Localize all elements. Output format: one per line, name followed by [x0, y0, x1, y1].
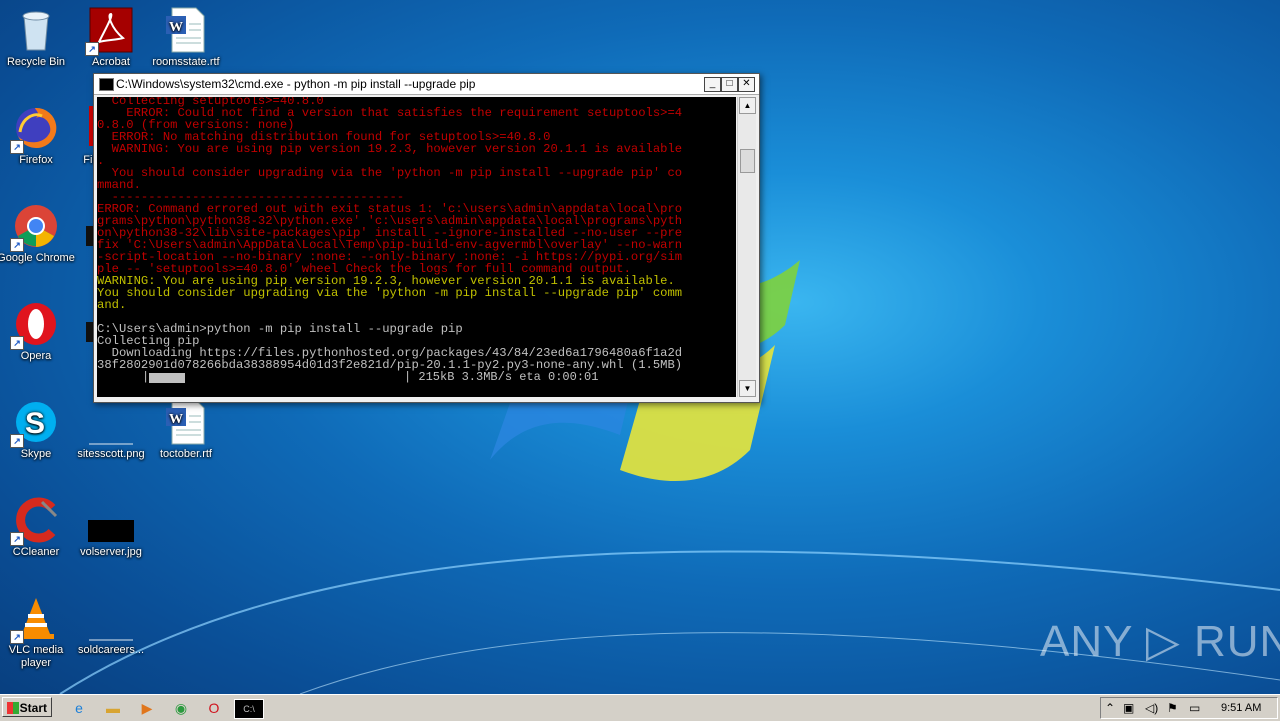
svg-text:W: W [169, 412, 183, 427]
desktop-icon-label: sitesscott.png [77, 448, 145, 460]
download-progress-fill [149, 373, 185, 383]
progress-status-text: | 215kB 3.3MB/s eta 0:00:01 [404, 370, 599, 384]
acrobat-icon: ↗ [85, 6, 135, 56]
desktop-icon-label: Acrobat [92, 56, 130, 68]
scroll-up-arrow-icon[interactable]: ▲ [739, 97, 756, 114]
media-player-icon[interactable]: ▶ [138, 699, 156, 717]
desktop-icon-label: Firefox [19, 154, 53, 166]
desktop-icon-label: Skype [20, 448, 52, 460]
vertical-scrollbar[interactable]: ▲ ▼ [737, 97, 756, 397]
network-icon[interactable]: ▣ [1123, 700, 1134, 716]
desktop-icon-roomsstate[interactable]: W roomsstate.rtf [146, 6, 226, 69]
desktop-icon-firefox[interactable]: ↗ Firefox [0, 104, 76, 167]
scroll-down-arrow-icon[interactable]: ▼ [739, 380, 756, 397]
clock-time[interactable]: 9:51 AM [1221, 700, 1261, 716]
cmd-icon [99, 78, 114, 91]
system-tray: ⌃ ▣ ◁) ⚑ ▭ 9:51 AM [1100, 697, 1278, 719]
windows-flag-icon [7, 702, 19, 714]
shortcut-arrow-icon: ↗ [10, 336, 24, 350]
recycle-bin-icon [12, 6, 60, 54]
shortcut-arrow-icon: ↗ [85, 42, 99, 56]
console-output[interactable]: Collecting setuptools>=40.8.0 ERROR: Cou… [97, 97, 736, 397]
firefox-icon: ↗ [10, 104, 60, 154]
window-titlebar[interactable]: C:\Windows\system32\cmd.exe - python -m … [94, 74, 759, 95]
svg-text:S: S [25, 407, 45, 440]
file-explorer-icon[interactable]: ▬ [104, 699, 122, 717]
console-warning-text: WARNING: You are using pip version 19.2.… [97, 274, 683, 312]
desktop-icon-label: Google Chrome [0, 252, 75, 264]
action-center-flag-icon[interactable]: ⚑ [1167, 700, 1178, 716]
speaker-icon[interactable]: ◁) [1145, 700, 1158, 716]
chrome-icon: ↗ [10, 202, 60, 252]
internet-explorer-icon[interactable]: e [70, 699, 88, 717]
desktop-icon-skype[interactable]: S ↗ Skype [0, 398, 76, 461]
desktop-icon-label: toctober.rtf [160, 448, 212, 460]
start-button[interactable]: Start [2, 697, 52, 717]
minimize-button[interactable]: _ [704, 77, 721, 92]
power-icon[interactable]: ▭ [1189, 700, 1200, 716]
desktop-icon-toctober[interactable]: W toctober.rtf [146, 398, 226, 461]
anyrun-watermark: ANY ▷ RUN [1040, 617, 1280, 666]
opera-taskbar-icon[interactable]: O [205, 699, 223, 717]
desktop-icon-opera[interactable]: ↗ Opera [0, 300, 76, 363]
cmd-taskbar-icon[interactable]: C:\ [234, 699, 264, 719]
desktop-icon-label: Recycle Bin [6, 56, 66, 68]
shortcut-arrow-icon: ↗ [10, 434, 24, 448]
start-label: Start [19, 701, 47, 715]
chrome-taskbar-icon[interactable]: ◉ [172, 699, 190, 717]
console-progress-line: | | 215kB 3.3MB/s eta 0:00:01 [97, 371, 736, 383]
word-document-icon: W [162, 6, 210, 54]
desktop-icon-chrome[interactable]: ↗ Google Chrome [0, 202, 76, 265]
cmd-window[interactable]: C:\Windows\system32\cmd.exe - python -m … [93, 73, 760, 403]
show-hidden-icons-arrow-icon[interactable]: ⌃ [1105, 700, 1115, 716]
download-progress-bar [149, 373, 404, 383]
desktop-icon-recycle-bin[interactable]: Recycle Bin [0, 6, 76, 69]
desktop-icon-acrobat[interactable]: ↗ Acrobat [71, 6, 151, 69]
skype-icon: S ↗ [10, 398, 60, 448]
console-error-text: Collecting setuptools>=40.8.0 ERROR: Cou… [97, 97, 683, 276]
desktop-icon-label: Opera [20, 350, 52, 362]
desktop-icon-label: roomsstate.rtf [152, 56, 220, 68]
svg-text:W: W [169, 20, 183, 35]
taskbar: Start e ▬ ▶ ◉ O C:\ ⌃ ▣ ◁) ⚑ ▭ 9:51 AM [0, 694, 1280, 721]
image-file-icon [87, 398, 135, 446]
shortcut-arrow-icon: ↗ [10, 238, 24, 252]
window-title: C:\Windows\system32\cmd.exe - python -m … [116, 77, 476, 91]
opera-icon: ↗ [10, 300, 60, 350]
shortcut-arrow-icon: ↗ [10, 140, 24, 154]
console-command-text: C:\Users\admin>python -m pip install --u… [97, 322, 683, 372]
close-button[interactable]: ✕ [738, 77, 755, 92]
desktop-icon-sitesscott[interactable]: sitesscott.png [71, 398, 151, 461]
scrollbar-thumb[interactable] [740, 149, 755, 173]
word-document-icon: W [162, 398, 210, 446]
maximize-button[interactable]: □ [721, 77, 738, 92]
